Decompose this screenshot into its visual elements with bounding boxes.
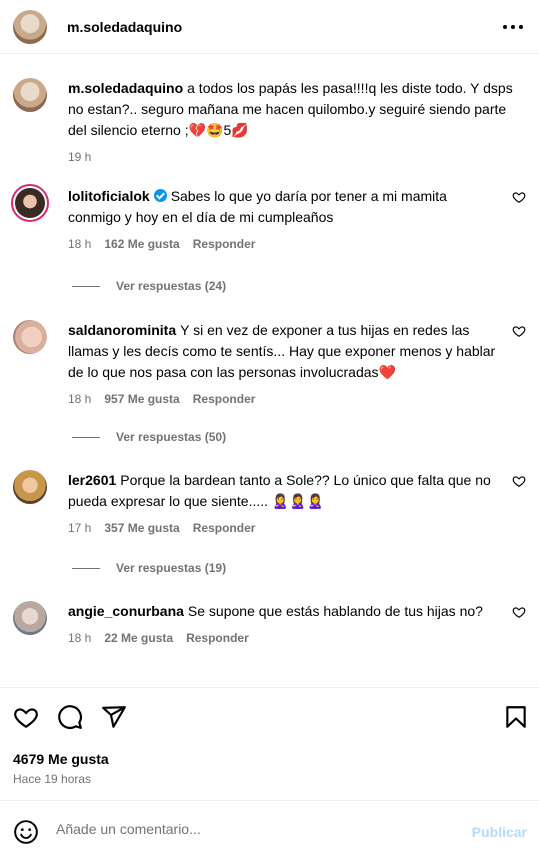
comment-item: ler2601 Porque la bardean tanto a Sole?? … bbox=[13, 470, 526, 550]
smiley-icon[interactable] bbox=[13, 819, 39, 845]
reply-button[interactable]: Responder bbox=[186, 631, 249, 645]
comment-emoji: 🙎‍♀️🙎‍♀️🙎‍♀️ bbox=[271, 493, 325, 509]
post-actions: 4679 Me gusta Hace 19 horas bbox=[0, 687, 539, 799]
comment-heart-icon[interactable] bbox=[512, 324, 526, 338]
view-replies-button[interactable]: Ver respuestas (19) bbox=[72, 561, 226, 575]
replies-divider bbox=[72, 436, 100, 438]
comment-emoji: ❤️ bbox=[378, 364, 396, 380]
caption: m.soledadaquino a todos los papás les pas… bbox=[13, 78, 526, 168]
comment-bubble-icon[interactable] bbox=[57, 704, 83, 730]
publish-button[interactable]: Publicar bbox=[472, 824, 527, 840]
post-header: m.soledadaquino bbox=[0, 0, 539, 54]
comment-likes[interactable]: 957 Me gusta bbox=[104, 392, 179, 406]
add-comment-bar: Publicar bbox=[0, 800, 539, 849]
comment-meta: 17 h 357 Me gusta Responder bbox=[68, 521, 500, 535]
comment-heart-icon[interactable] bbox=[512, 474, 526, 488]
comment-avatar[interactable] bbox=[13, 601, 47, 635]
caption-avatar[interactable] bbox=[13, 78, 47, 112]
view-replies-button[interactable]: Ver respuestas (50) bbox=[72, 430, 226, 444]
comment-text: angie_conurbana Se supone que estás habla… bbox=[68, 603, 483, 619]
reply-button[interactable]: Responder bbox=[193, 237, 256, 251]
bookmark-icon[interactable] bbox=[503, 704, 529, 730]
comment-meta: 18 h 22 Me gusta Responder bbox=[68, 631, 500, 645]
caption-time: 19 h bbox=[68, 150, 92, 164]
comment-text: lolitoficialok Sabes lo que yo daría por … bbox=[68, 188, 447, 225]
author-username[interactable]: m.soledadaquino bbox=[67, 19, 182, 35]
view-replies-button[interactable]: Ver respuestas (24) bbox=[72, 279, 226, 293]
comment-likes[interactable]: 22 Me gusta bbox=[104, 631, 173, 645]
caption-username[interactable]: m.soledadaquino bbox=[68, 80, 183, 96]
comment-item: lolitoficialok Sabes lo que yo daría por … bbox=[11, 184, 526, 266]
comment-time: 18 h bbox=[68, 392, 92, 406]
reply-button[interactable]: Responder bbox=[193, 392, 256, 406]
paper-plane-icon[interactable] bbox=[101, 704, 127, 730]
reply-button[interactable]: Responder bbox=[193, 521, 256, 535]
comment-text: saldanorominita Y si en vez de exponer a … bbox=[68, 322, 496, 380]
comment-username[interactable]: lolitoficialok bbox=[68, 188, 150, 204]
caption-meta: 19 h bbox=[68, 150, 526, 164]
comment-username[interactable]: saldanorominita bbox=[68, 322, 176, 338]
comment-meta: 18 h 957 Me gusta Responder bbox=[68, 392, 500, 406]
post-likes-count[interactable]: 4679 Me gusta bbox=[13, 751, 109, 767]
replies-divider bbox=[72, 285, 100, 287]
author-avatar[interactable] bbox=[13, 9, 47, 44]
more-options-icon[interactable] bbox=[503, 17, 523, 37]
comment-time: 18 h bbox=[68, 237, 92, 251]
comment-input[interactable] bbox=[56, 821, 436, 837]
caption-emojis: 💔🤩5💋 bbox=[188, 122, 249, 138]
comment-time: 17 h bbox=[68, 521, 92, 535]
verified-badge-icon bbox=[153, 189, 167, 202]
comment-avatar[interactable] bbox=[13, 320, 47, 354]
heart-icon[interactable] bbox=[13, 704, 39, 730]
comment-username[interactable]: angie_conurbana bbox=[68, 603, 184, 619]
comment-time: 18 h bbox=[68, 631, 92, 645]
comment-meta: 18 h 162 Me gusta Responder bbox=[68, 237, 500, 251]
comment-item: saldanorominita Y si en vez de exponer a … bbox=[13, 320, 526, 420]
comment-likes[interactable]: 162 Me gusta bbox=[104, 237, 179, 251]
comment-item: angie_conurbana Se supone que estás habla… bbox=[13, 601, 526, 676]
comment-text: ler2601 Porque la bardean tanto a Sole?? … bbox=[68, 472, 491, 509]
comment-likes[interactable]: 357 Me gusta bbox=[104, 521, 179, 535]
comment-heart-icon[interactable] bbox=[512, 190, 526, 204]
comment-heart-icon[interactable] bbox=[512, 605, 526, 619]
replies-divider bbox=[72, 567, 100, 569]
comment-avatar[interactable] bbox=[11, 184, 49, 222]
post-time: Hace 19 horas bbox=[13, 772, 92, 786]
comment-avatar[interactable] bbox=[13, 470, 47, 504]
caption-text: m.soledadaquino a todos los papás les pas… bbox=[68, 80, 513, 138]
comment-username[interactable]: ler2601 bbox=[68, 472, 116, 488]
